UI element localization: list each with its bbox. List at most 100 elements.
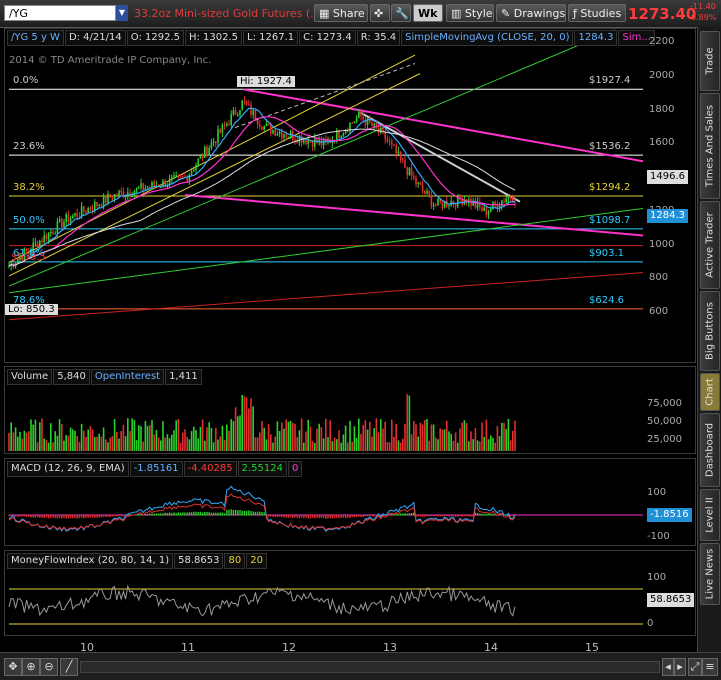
tab-active-trader[interactable]: Active Trader	[700, 201, 720, 289]
macd-header: MACD (12, 26, 9, EMA) -1.85161 -4.40285 2.5…	[7, 461, 303, 477]
volume-bar	[78, 441, 81, 451]
volume-bar	[140, 426, 142, 451]
candle-body	[307, 139, 309, 144]
volume-bar	[259, 432, 261, 451]
volume-bar	[472, 439, 474, 451]
volume-bar	[149, 424, 151, 451]
volume-bar	[366, 429, 369, 451]
macd-histogram-bar	[364, 515, 367, 517]
volume-bar	[254, 437, 257, 451]
candle-body	[417, 182, 419, 184]
macd-histogram-bar	[89, 515, 92, 518]
candle-body	[270, 124, 272, 134]
macd-histogram-bar	[245, 510, 248, 516]
macd-histogram-bar	[232, 509, 235, 516]
crosshair-tool-button[interactable]: ✜	[370, 4, 390, 22]
macd-histogram-bar	[512, 515, 514, 517]
macd-histogram-bar	[177, 512, 180, 516]
mfi-panel[interactable]: MoneyFlowIndex (20, 80, 14, 1) 58.8653 80 2…	[4, 550, 696, 636]
scroll-right-icon[interactable]: ▸	[674, 658, 686, 676]
volume-bar	[344, 425, 347, 451]
volume-bar	[316, 428, 318, 451]
line-draw-icon[interactable]: ╱	[60, 658, 78, 676]
volume-value: 5,840	[53, 369, 90, 385]
macd-histogram-bar	[67, 515, 70, 519]
tab-chart[interactable]: Chart	[700, 373, 720, 411]
volume-bar	[373, 428, 375, 451]
macd-axis-neg100: -100	[647, 531, 670, 542]
candle-body	[175, 175, 177, 177]
volume-bar	[182, 432, 184, 451]
volume-bar	[129, 431, 131, 451]
candle-body	[393, 144, 395, 146]
style-button[interactable]: ▥ Style	[446, 4, 494, 22]
horizontal-scrollbar[interactable]	[80, 661, 660, 673]
candle-body	[305, 139, 307, 144]
scroll-left-icon[interactable]: ◂	[662, 658, 674, 676]
macd-histogram-bar	[43, 515, 45, 519]
tab-live-news[interactable]: Live News	[700, 543, 720, 605]
price-chart-panel[interactable]: /YG 5 y W D: 4/21/14 O: 1292.5 H: 1302.5 L: …	[4, 28, 696, 363]
macd-histogram-bar	[294, 515, 296, 518]
macd-label: MACD (12, 26, 9, EMA)	[7, 461, 129, 477]
bottom-toolbar: ✥ ⊕ ⊖ ╱ ◂ ▸ ⤢ ≡	[0, 652, 721, 680]
symbol-input[interactable]: /YG	[4, 5, 116, 21]
macd-histogram-bar	[182, 512, 184, 516]
macd-histogram-bar	[322, 515, 325, 519]
macd-histogram-bar	[120, 515, 122, 517]
volume-panel[interactable]: Volume 5,840 OpenInterest 1,411 75,000 50,0…	[4, 366, 696, 454]
symbol-dropdown-button[interactable]: ▼	[116, 5, 128, 21]
period-button[interactable]: Wk	[413, 4, 443, 22]
volume-bar	[496, 426, 499, 451]
menu-icon[interactable]: ≡	[702, 658, 718, 676]
macd-histogram-bar	[254, 511, 257, 516]
macd-histogram-bar	[32, 515, 34, 518]
volume-bar	[39, 422, 41, 451]
header-symbol[interactable]: /YG 5 y W	[7, 30, 64, 46]
candle-body	[221, 124, 224, 133]
volume-bar	[512, 430, 514, 451]
candle-body	[63, 221, 65, 228]
vol-axis-75000: 75,000	[647, 398, 682, 409]
volume-bar	[307, 419, 309, 451]
macd-histogram-bar	[351, 515, 353, 518]
settings-tool-button[interactable]: 🔧	[391, 4, 411, 22]
candle-body	[265, 124, 268, 127]
zoom-out-icon[interactable]: ⊖	[40, 658, 58, 676]
candle-body	[39, 240, 41, 248]
macd-histogram-bar	[100, 515, 103, 518]
share-button[interactable]: ▦ Share	[314, 4, 368, 22]
volume-bar	[364, 420, 367, 451]
fib-price-label: $624.6	[589, 294, 624, 306]
macd-histogram-bar	[426, 515, 428, 517]
candle-body	[41, 240, 43, 243]
macd-histogram-bar	[223, 513, 226, 516]
macd-histogram-bar	[23, 515, 26, 517]
tab-level-ii[interactable]: Level II	[700, 489, 720, 541]
volume-bar	[441, 429, 444, 451]
macd-histogram-bar	[193, 511, 195, 516]
tab-dashboard[interactable]: Dashboard	[700, 413, 720, 487]
macd-histogram-bar	[483, 513, 485, 516]
macd-histogram-bar	[347, 515, 349, 518]
volume-bar	[113, 418, 116, 451]
tab-big-buttons[interactable]: Big Buttons	[700, 291, 720, 371]
drawings-button[interactable]: ✎ Drawings	[496, 4, 566, 22]
candle-body	[100, 204, 103, 207]
macd-histogram-bar	[417, 515, 419, 517]
candle-body	[228, 123, 230, 126]
header-study[interactable]: SimpleMovingAvg (CLOSE, 20, 0)	[401, 30, 574, 46]
tab-times-and-sales[interactable]: Times And Sales	[700, 93, 720, 199]
volume-bar	[193, 426, 195, 451]
volume-bar	[514, 420, 516, 451]
tab-trade[interactable]: Trade	[700, 31, 720, 91]
zoom-in-icon[interactable]: ⊕	[22, 658, 40, 676]
volume-bar	[173, 430, 175, 451]
volume-bar	[197, 438, 199, 451]
volume-bar	[360, 433, 362, 451]
pan-icon[interactable]: ✥	[4, 658, 22, 676]
expand-icon[interactable]: ⤢	[688, 658, 702, 676]
macd-panel[interactable]: MACD (12, 26, 9, EMA) -1.85161 -4.40285 2.5…	[4, 458, 696, 546]
candle-body	[140, 183, 142, 188]
studies-button[interactable]: ƒ Studies	[568, 4, 626, 22]
